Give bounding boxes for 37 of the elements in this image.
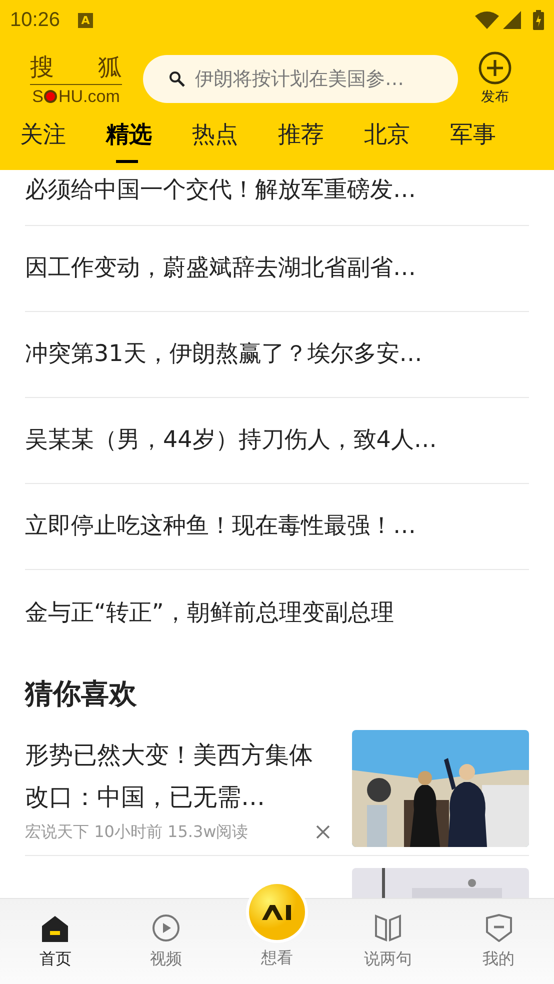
signal-icon xyxy=(503,11,521,29)
section-title: 猜你喜欢 xyxy=(24,676,138,712)
wifi-icon xyxy=(475,11,499,29)
sohu-logo[interactable]: 搜 狐 S HU.com xyxy=(30,50,122,108)
article-title[interactable]: 形势已然大变！美西方集体改口：中国，已无需… xyxy=(25,734,336,818)
category-tab[interactable]: 北京 xyxy=(362,118,448,166)
category-tab[interactable]: 精选 xyxy=(104,118,190,166)
headline-link[interactable]: 立即停止吃这种鱼！现在毒性最强！… xyxy=(25,509,416,544)
search-input[interactable]: 伊朗将按计划在美国参… xyxy=(195,64,432,94)
headline-link[interactable]: 必须给中国一个交代！解放军重磅发… xyxy=(25,173,416,208)
category-tab[interactable]: 热点 xyxy=(190,118,276,166)
category-tab[interactable]: 军事 xyxy=(448,118,534,166)
ai-icon xyxy=(248,884,305,940)
status-time: 10:26 xyxy=(10,8,60,33)
battery-icon xyxy=(533,10,544,30)
category-tab[interactable]: 关注 xyxy=(18,118,104,166)
notification-icon: A xyxy=(78,12,94,28)
headline-link[interactable]: 因工作变动，蔚盛斌辞去湖北省副省… xyxy=(25,251,416,286)
close-icon[interactable] xyxy=(316,824,330,838)
headline-link[interactable]: 吴某某（男，44岁）持刀伤人，致4人… xyxy=(25,423,437,458)
search-field[interactable]: 伊朗将按计划在美国参… xyxy=(143,55,458,103)
play-icon xyxy=(152,914,180,942)
shield-icon xyxy=(484,914,513,942)
open-book-icon xyxy=(374,914,402,942)
headline-link[interactable]: 冲突第31天，伊朗熬赢了？埃尔多安… xyxy=(25,337,422,372)
nav-tab[interactable]: 说两句 xyxy=(332,899,444,984)
publish-button[interactable]: 发布 xyxy=(478,50,512,108)
home-icon xyxy=(42,916,68,942)
article-meta: 宏说天下 10小时前 15.3w阅读 xyxy=(25,820,248,842)
nav-tab[interactable]: 首页 xyxy=(0,899,111,984)
headline-link[interactable]: 金与正“转正”，朝鲜前总理变副总理 xyxy=(25,596,394,630)
nav-tab[interactable]: 想看 xyxy=(260,946,293,970)
search-icon xyxy=(169,71,185,87)
plus-icon xyxy=(478,50,512,84)
nav-tab[interactable]: 视频 xyxy=(110,899,222,984)
nav-tab[interactable]: 我的 xyxy=(443,899,554,984)
category-tab[interactable]: 推荐 xyxy=(276,118,362,166)
